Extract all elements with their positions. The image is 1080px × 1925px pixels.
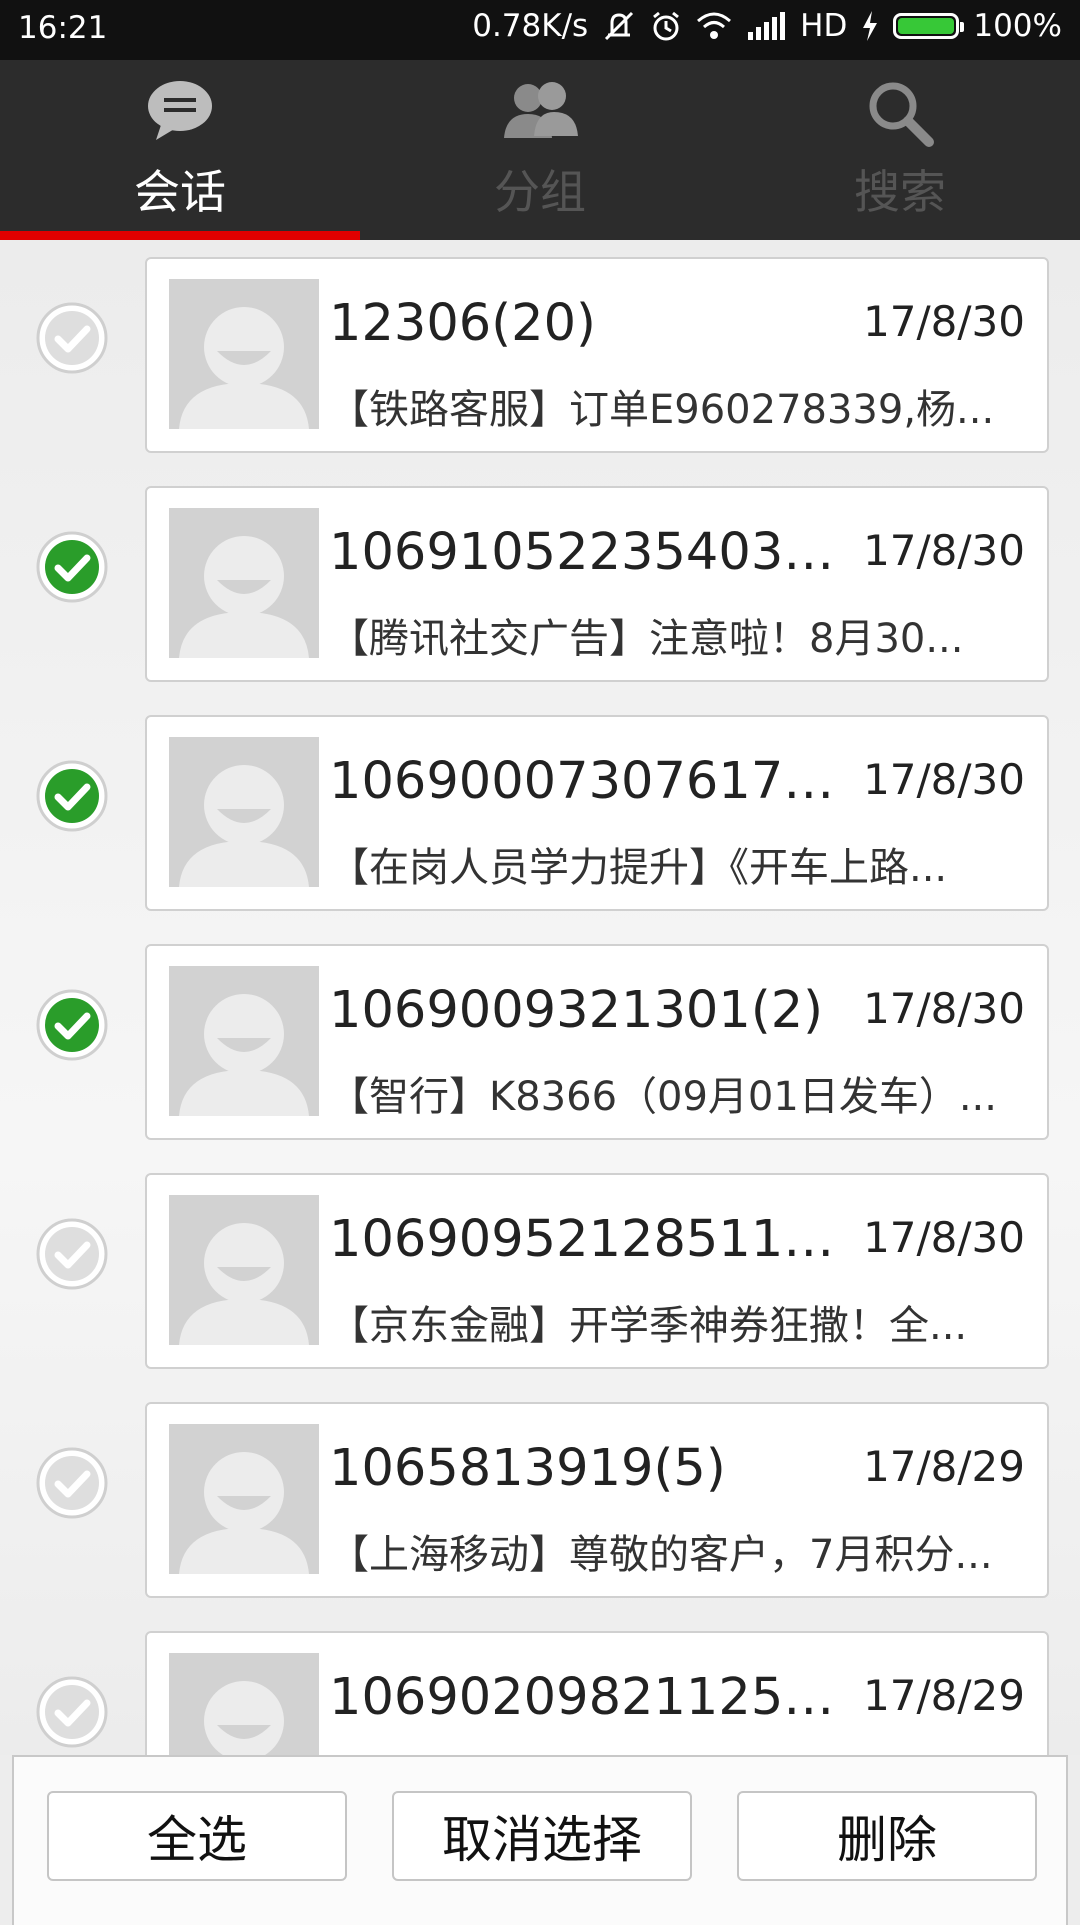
network-speed: 0.78K/s (472, 8, 589, 44)
list-item[interactable]: 10690209821125(1) 17/8/29 (0, 1614, 1080, 1755)
select-all-button[interactable]: 全选 (47, 1791, 347, 1881)
list-item[interactable]: 12306(20) 17/8/30 【铁路客服】订单E960278339,杨..… (0, 240, 1080, 469)
selection-action-bar: 全选 取消选择 删除 (12, 1755, 1068, 1925)
list-item[interactable]: 10690007307617490... 17/8/30 【在岗人员学力提升】《… (0, 698, 1080, 927)
message-date: 17/8/30 (863, 984, 1025, 1033)
message-preview: 【在岗人员学力提升】《开车上路... (329, 845, 948, 891)
charging-icon (861, 11, 879, 41)
conversation-card[interactable]: 10690007307617490... 17/8/30 【在岗人员学力提升】《… (145, 715, 1049, 911)
conversation-card[interactable]: 10690209821125(1) 17/8/29 (145, 1631, 1049, 1755)
conversation-card[interactable]: 12306(20) 17/8/30 【铁路客服】订单E960278339,杨..… (145, 257, 1049, 453)
chat-bubble-icon (144, 78, 216, 148)
message-date: 17/8/30 (863, 1213, 1025, 1262)
unchecked-circle-icon[interactable] (36, 1447, 108, 1519)
avatar (169, 737, 319, 887)
list-item[interactable]: 1065813919(5) 17/8/29 【上海移动】尊敬的客户，7月积分..… (0, 1385, 1080, 1614)
avatar (169, 279, 319, 429)
conversation-card[interactable]: 1069009321301(2) 17/8/30 【智行】K8366（09月01… (145, 944, 1049, 1140)
conversation-list[interactable]: 12306(20) 17/8/30 【铁路客服】订单E960278339,杨..… (0, 240, 1080, 1755)
network-type: HD (800, 8, 848, 44)
list-item[interactable]: 10690952128511(1) 17/8/30 【京东金融】开学季神券狂撒！… (0, 1156, 1080, 1385)
contact-name: 12306(20) (329, 294, 596, 353)
conversation-card[interactable]: 1065813919(5) 17/8/29 【上海移动】尊敬的客户，7月积分..… (145, 1402, 1049, 1598)
alarm-icon (650, 10, 682, 42)
search-icon (865, 78, 935, 152)
mute-vibrate-icon (602, 9, 636, 43)
message-preview: 【腾讯社交广告】注意啦！8月30... (329, 616, 964, 662)
message-preview: 【铁路客服】订单E960278339,杨... (329, 387, 995, 433)
message-date: 17/8/30 (863, 297, 1025, 346)
checked-circle-icon[interactable] (36, 989, 108, 1061)
delete-button[interactable]: 删除 (737, 1791, 1037, 1881)
message-date: 17/8/30 (863, 526, 1025, 575)
battery-level: 100% (973, 8, 1062, 44)
avatar (169, 1424, 319, 1574)
tab-label: 会话 (134, 165, 226, 219)
tab-label: 分组 (494, 165, 586, 219)
unchecked-circle-icon[interactable] (36, 302, 108, 374)
signal-icon (746, 12, 786, 40)
battery-icon (893, 13, 965, 39)
avatar (169, 508, 319, 658)
tab-conversations[interactable]: 会话 (0, 60, 360, 240)
unchecked-circle-icon[interactable] (36, 1676, 108, 1748)
contact-name: 10690952128511(1) (329, 1210, 849, 1269)
status-bar: 16:21 0.78K/s HD 100% (0, 0, 1080, 60)
message-date: 17/8/29 (863, 1671, 1025, 1720)
active-tab-indicator (0, 231, 360, 240)
contact-name: 10691052235403450... (329, 523, 849, 582)
group-icon (500, 78, 580, 150)
message-preview: 【京东金融】开学季神券狂撒！全... (329, 1303, 968, 1349)
message-preview: 【上海移动】尊敬的客户，7月积分... (329, 1532, 993, 1578)
wifi-icon (696, 11, 732, 41)
checked-circle-icon[interactable] (36, 531, 108, 603)
avatar (169, 966, 319, 1116)
contact-name: 10690209821125(1) (329, 1668, 849, 1727)
avatar (169, 1653, 319, 1755)
contact-name: 1069009321301(2) (329, 981, 824, 1040)
message-date: 17/8/30 (863, 755, 1025, 804)
message-date: 17/8/29 (863, 1442, 1025, 1491)
checked-circle-icon[interactable] (36, 760, 108, 832)
list-item[interactable]: 10691052235403450... 17/8/30 【腾讯社交广告】注意啦… (0, 469, 1080, 698)
contact-name: 1065813919(5) (329, 1439, 726, 1498)
cancel-selection-button[interactable]: 取消选择 (392, 1791, 692, 1881)
conversation-card[interactable]: 10691052235403450... 17/8/30 【腾讯社交广告】注意啦… (145, 486, 1049, 682)
status-time: 16:21 (18, 10, 108, 46)
avatar (169, 1195, 319, 1345)
tab-groups[interactable]: 分组 (360, 60, 720, 240)
tab-bar: 会话 分组 搜索 (0, 60, 1080, 240)
unchecked-circle-icon[interactable] (36, 1218, 108, 1290)
contact-name: 10690007307617490... (329, 752, 849, 811)
tab-search[interactable]: 搜索 (720, 60, 1080, 240)
conversation-card[interactable]: 10690952128511(1) 17/8/30 【京东金融】开学季神券狂撒！… (145, 1173, 1049, 1369)
tab-label: 搜索 (854, 165, 946, 219)
message-preview: 【智行】K8366（09月01日发车）... (329, 1074, 997, 1120)
list-item[interactable]: 1069009321301(2) 17/8/30 【智行】K8366（09月01… (0, 927, 1080, 1156)
